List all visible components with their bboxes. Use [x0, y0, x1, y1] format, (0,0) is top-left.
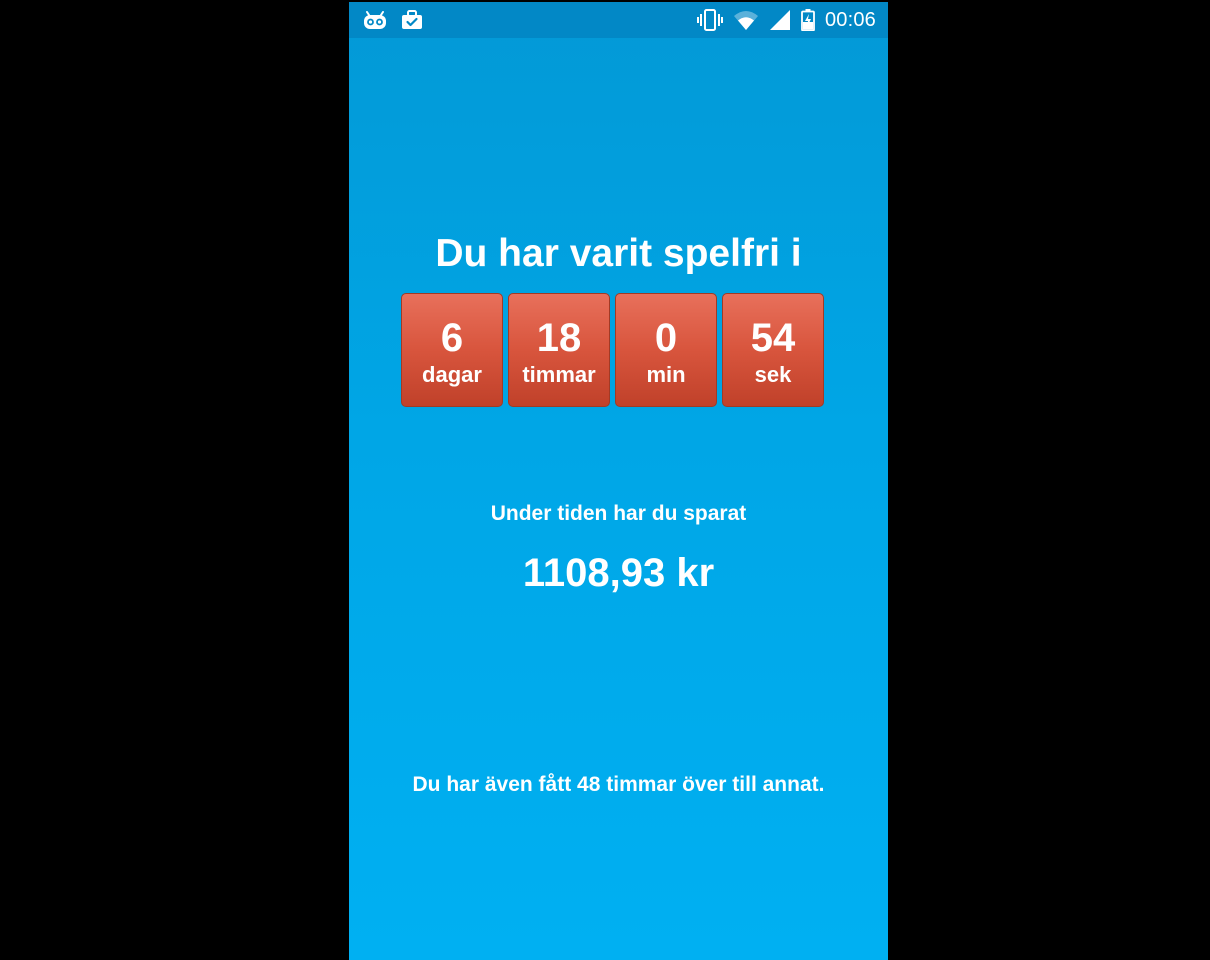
counter-minutes-value: 0 [654, 316, 678, 360]
saved-amount: 1108,93 kr [522, 551, 715, 595]
vibrate-icon [696, 9, 723, 31]
briefcase-check-icon [401, 9, 423, 31]
counter-days: 6 dagar [401, 293, 503, 407]
status-bar-notifications [363, 9, 423, 31]
counter-seconds-value: 54 [750, 316, 796, 360]
counter-seconds: 54 sek [722, 293, 824, 407]
signal-icon [769, 9, 791, 31]
status-bar-system: 00:06 [696, 9, 876, 32]
extra-time-text: Du har även fått 48 timmar över till ann… [412, 773, 825, 796]
android-debug-icon [363, 9, 387, 31]
counter-hours-value: 18 [536, 316, 582, 360]
counter-minutes: 0 min [615, 293, 717, 407]
status-bar-clock: 00:06 [824, 9, 876, 31]
abstinence-counter: 6 dagar 18 timmar 0 min 54 sek [401, 293, 824, 407]
counter-days-unit: dagar [422, 362, 482, 387]
saved-label: Under tiden har du sparat [490, 502, 747, 525]
wifi-icon [733, 9, 759, 31]
counter-days-value: 6 [440, 316, 464, 360]
counter-hours-unit: timmar [522, 362, 596, 387]
app-screen: 00:06 Du har varit spelfri i 6 dagar 18 … [349, 2, 888, 960]
battery-charging-icon [801, 9, 815, 32]
page-title: Du har varit spelfri i [435, 232, 802, 275]
counter-hours: 18 timmar [508, 293, 610, 407]
counter-seconds-unit: sek [754, 362, 792, 387]
counter-minutes-unit: min [646, 362, 686, 387]
status-bar: 00:06 [349, 2, 888, 38]
